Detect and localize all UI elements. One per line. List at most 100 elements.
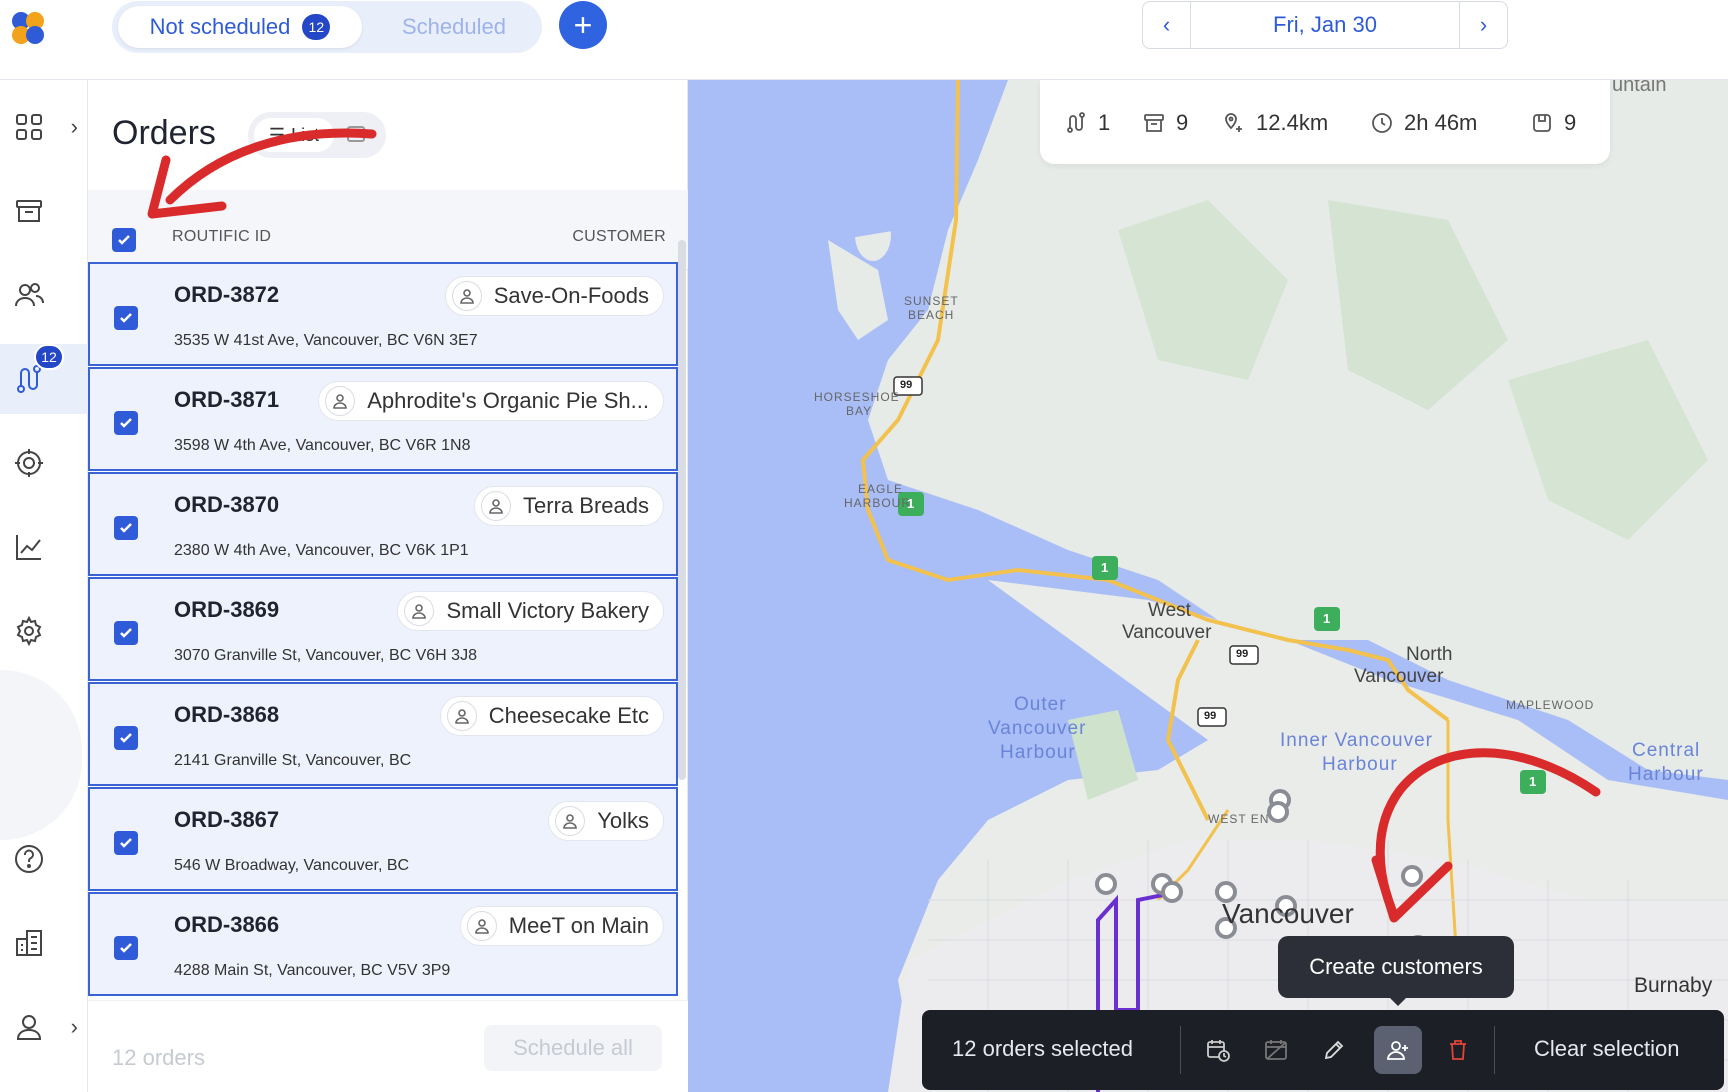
row-checkbox[interactable] [114, 726, 138, 750]
table-row[interactable]: ORD-3870 Terra Breads 2380 W 4th Ave, Vanc… [88, 472, 678, 576]
customer-pill[interactable]: MeeT on Main [459, 906, 664, 946]
clear-selection-button[interactable]: Clear selection [1534, 1036, 1680, 1062]
selected-count: 12 orders selected [952, 1036, 1133, 1061]
customer-pill[interactable]: Yolks [548, 801, 664, 841]
row-checkbox[interactable] [114, 831, 138, 855]
target-icon [15, 449, 43, 477]
row-checkbox[interactable] [114, 621, 138, 645]
table-row[interactable]: ORD-3867 Yolks 546 W Broadway, Vancouver, … [88, 787, 678, 891]
order-id[interactable]: ORD-3870 [174, 492, 279, 518]
table-row[interactable]: ORD-3872 Save-On-Foods 3535 W 41st Ave, Va… [88, 262, 678, 366]
customer-name: Small Victory Bakery [446, 598, 649, 623]
customer-avatar-icon [325, 386, 356, 416]
gear-icon [16, 615, 42, 647]
calendar-off-icon [1265, 1040, 1287, 1060]
orders-count: 12 orders [112, 1045, 205, 1070]
sidebar-item-customers[interactable] [0, 260, 88, 330]
order-address: 3598 W 4th Ave, Vancouver, BC V6R 1N8 [174, 437, 471, 454]
table-row[interactable]: ORD-3869 Small Victory Bakery 3070 Granvil… [88, 577, 678, 681]
unschedule-orders-button[interactable] [1252, 1026, 1300, 1074]
sidebar-item-settings[interactable] [0, 596, 88, 666]
sidebar-item-orders[interactable] [0, 176, 88, 246]
customer-pill[interactable]: Save-On-Foods [444, 276, 664, 316]
not-scheduled-count-badge: 12 [302, 14, 331, 40]
tab-label: Not scheduled [149, 14, 291, 39]
sidebar-item-dashboard[interactable]: › [0, 92, 88, 162]
row-checkbox[interactable] [114, 516, 138, 540]
delete-orders-button[interactable] [1434, 1026, 1482, 1074]
map-label: Vancouver [988, 718, 1087, 739]
order-id[interactable]: ORD-3871 [174, 387, 279, 413]
pencil-icon [1324, 1040, 1344, 1060]
plus-icon: + [573, 7, 593, 43]
order-id[interactable]: ORD-3867 [174, 807, 279, 833]
customer-name: MeeT on Main [508, 913, 649, 938]
tab-not-scheduled[interactable]: Not scheduled 12 [118, 6, 362, 48]
map-view-icon[interactable] [346, 124, 366, 144]
nav-background-shape [0, 670, 82, 840]
table-row[interactable]: ORD-3866 MeeT on Main 4288 Main St, Vancou… [88, 892, 678, 996]
order-id[interactable]: ORD-3866 [174, 912, 279, 938]
table-header: ROUTIFIC ID CUSTOMER [88, 190, 688, 270]
table-row[interactable]: ORD-3871 Aphrodite's Organic Pie Sh... 359… [88, 367, 678, 471]
table-row[interactable]: ORD-3868 Cheesecake Etc 2141 Granville St,… [88, 682, 678, 786]
map-label: Vancouver [1354, 666, 1444, 687]
map-label: Harbour [1000, 742, 1076, 763]
chevron-left-icon: ‹ [1162, 12, 1171, 37]
date-navigator: ‹ Fri, Jan 30 › [1142, 1, 1508, 49]
customer-pill[interactable]: Cheesecake Etc [439, 696, 664, 736]
order-id[interactable]: ORD-3869 [174, 597, 279, 623]
sidebar-nav: › 12 › [0, 80, 88, 1092]
orders-scrollbar[interactable] [678, 240, 686, 780]
check-icon [120, 523, 132, 533]
check-icon [120, 838, 132, 848]
column-header-customer[interactable]: CUSTOMER [572, 228, 666, 246]
sidebar-item-analytics[interactable] [0, 512, 88, 582]
highway-shield-label: 1 [1323, 611, 1331, 626]
customer-pill[interactable]: Aphrodite's Organic Pie Sh... [318, 381, 664, 421]
customer-name: Cheesecake Etc [488, 703, 649, 728]
routific-logo[interactable] [8, 8, 48, 48]
column-header-id[interactable]: ROUTIFIC ID [172, 228, 271, 246]
map-label: EAGLE [858, 482, 904, 496]
map-label: Vancouver [1222, 898, 1354, 929]
row-checkbox[interactable] [114, 306, 138, 330]
order-address: 2380 W 4th Ave, Vancouver, BC V6K 1P1 [174, 542, 469, 559]
help-icon [15, 845, 43, 873]
map-view[interactable]: untain SUNSET BEACH HORSESHOE BAY EAGLE … [688, 80, 1728, 1092]
tab-scheduled[interactable]: Scheduled [374, 6, 534, 48]
previous-day-button[interactable]: ‹ [1143, 2, 1191, 48]
customer-pill[interactable]: Small Victory Bakery [397, 591, 664, 631]
order-id[interactable]: ORD-3868 [174, 702, 279, 728]
map-label: Harbour [1322, 754, 1398, 775]
sidebar-item-company[interactable] [0, 908, 88, 978]
sidebar-item-routes[interactable]: 12 [0, 344, 88, 414]
order-address: 546 W Broadway, Vancouver, BC [174, 857, 410, 874]
chart-icon [16, 535, 41, 560]
sidebar-item-account[interactable]: › [0, 992, 88, 1062]
create-customers-tooltip: Create customers [1278, 936, 1514, 1006]
row-checkbox[interactable] [114, 936, 138, 960]
grid-icon [16, 114, 42, 140]
create-customers-button[interactable] [1374, 1026, 1422, 1074]
stat-value: 12.4km [1256, 110, 1329, 135]
current-date[interactable]: Fri, Jan 30 [1191, 2, 1459, 48]
map-label: Inner Vancouver [1280, 730, 1434, 751]
user-plus-icon [1387, 1041, 1408, 1060]
add-order-button[interactable]: + [559, 1, 607, 49]
customer-pill[interactable]: Terra Breads [474, 486, 664, 526]
list-view-button[interactable]: ☰ List [254, 118, 334, 152]
select-all-checkbox[interactable] [112, 228, 136, 252]
sidebar-item-help[interactable] [0, 824, 88, 894]
archive-icon [1144, 114, 1164, 132]
schedule-all-button[interactable]: Schedule all [484, 1025, 662, 1071]
row-checkbox[interactable] [114, 411, 138, 435]
users-icon [15, 283, 44, 307]
schedule-orders-button[interactable] [1194, 1026, 1242, 1074]
check-icon [120, 628, 132, 638]
edit-orders-button[interactable] [1310, 1026, 1358, 1074]
next-day-button[interactable]: › [1459, 2, 1507, 48]
order-id[interactable]: ORD-3872 [174, 282, 279, 308]
sidebar-item-tracking[interactable] [0, 428, 88, 498]
chevron-right-icon: › [70, 114, 78, 139]
